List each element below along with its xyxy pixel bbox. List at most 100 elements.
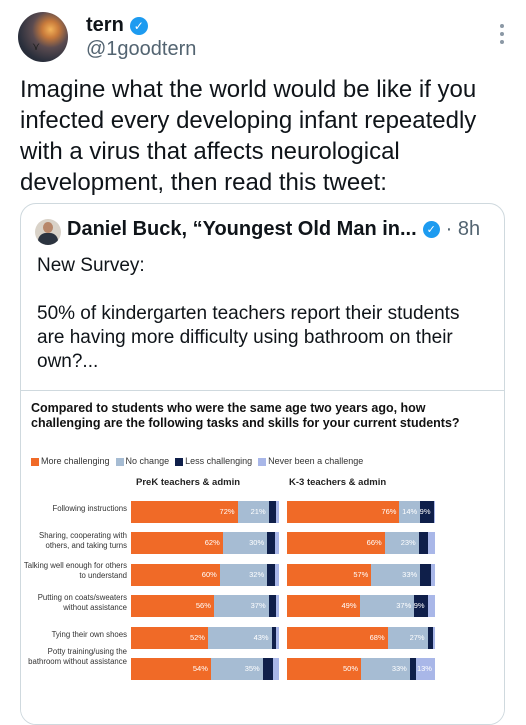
bar-segment-more: 72% (131, 501, 238, 523)
bar-segment-never (433, 627, 435, 649)
bar-segment-less (262, 658, 274, 680)
data-label: 56% (195, 601, 211, 610)
stacked-bar: 66% 23% (287, 532, 435, 554)
data-label: 21% (250, 507, 266, 516)
data-label: 23% (400, 538, 416, 547)
bar-segment-more: 68% (287, 627, 388, 649)
bar-segment-never (274, 532, 279, 554)
bar-segment-never (273, 658, 279, 680)
data-label: 13% (416, 664, 432, 673)
quoted-tweet[interactable]: Daniel Buck, “Youngest Old Man in... ✓ ·… (20, 203, 505, 725)
stacked-bar: 52% 43% (131, 627, 279, 649)
more-options-icon[interactable] (500, 24, 504, 44)
bar-segment-nochange: 32% (219, 564, 268, 586)
bar-segment-never (274, 564, 279, 586)
bar-segment-more: 57% (287, 564, 372, 586)
quoted-author-name[interactable]: Daniel Buck, “Youngest Old Man in... (67, 218, 417, 241)
tweet-text: Imagine what the world would be like if … (20, 76, 477, 196)
quoted-line: 50% of kindergarten teachers report thei… (37, 303, 460, 372)
stacked-bar: 60% 32% (131, 564, 279, 586)
bar-segment-more: 56% (131, 595, 214, 617)
category-label: Tying their own shoes (51, 630, 127, 639)
author-name-row: tern ✓ (86, 14, 148, 37)
data-label: 30% (249, 538, 265, 547)
bar-segment-less: 9% (419, 501, 434, 523)
bird-silhouette-icon: ⋎ (32, 41, 41, 53)
quoted-text: New Survey: 50% of kindergarten teachers… (37, 254, 487, 398)
verified-badge-icon: ✓ (129, 16, 148, 35)
bar-segment-more: 50% (287, 658, 361, 680)
category-label: Following instructions (52, 504, 127, 513)
legend-swatch (115, 457, 124, 466)
legend-item: Never been a challenge (258, 456, 363, 466)
bar-segment-less (267, 564, 275, 586)
data-label: 60% (201, 570, 217, 579)
data-label: 54% (192, 664, 208, 673)
bar-segment-less: 9% (413, 595, 428, 617)
author-name[interactable]: tern (86, 14, 124, 37)
quoted-header: Daniel Buck, “Youngest Old Man in... ✓ ·… (67, 218, 480, 241)
bar-segment-less (268, 501, 277, 523)
bar-segment-more: 62% (131, 532, 223, 554)
data-label: 52% (189, 633, 205, 642)
legend-label: No change (125, 456, 170, 466)
stacked-bar: 72% 21% (131, 501, 279, 523)
bar-segment-more: 60% (131, 564, 220, 586)
bar-segment-never (276, 627, 279, 649)
data-label: 9% (419, 507, 431, 516)
legend-item: No change (115, 456, 170, 466)
bar-segment-nochange: 21% (237, 501, 269, 523)
legend-label: Never been a challenge (268, 456, 364, 466)
author-handle[interactable]: @1goodtern (86, 38, 196, 61)
bar-segment-less (418, 532, 428, 554)
data-label: 66% (366, 538, 382, 547)
bar-segment-never (276, 595, 279, 617)
verified-badge-icon: ✓ (422, 221, 440, 238)
data-label: 76% (381, 507, 397, 516)
data-label: 35% (244, 664, 260, 673)
bar-segment-more: 66% (287, 532, 385, 554)
bar-segment-less (420, 564, 431, 586)
data-label: 43% (253, 633, 269, 642)
legend-swatch (175, 457, 184, 466)
quoted-author-avatar[interactable] (35, 219, 61, 245)
bar-segment-more: 52% (131, 627, 208, 649)
bar-segment-nochange: 33% (371, 564, 421, 586)
legend-label: Less challenging (185, 456, 253, 466)
data-label: 37% (396, 601, 412, 610)
data-label: 72% (219, 507, 235, 516)
data-label: 37% (250, 601, 266, 610)
survey-chart-image[interactable]: Compared to students who were the same a… (21, 390, 504, 724)
group-title-prek: PreK teachers & admin (136, 477, 241, 488)
bar-segment-nochange: 35% (210, 658, 263, 680)
data-label: 33% (391, 664, 407, 673)
bar-segment-nochange: 37% (213, 595, 269, 617)
bar-segment-never (433, 501, 435, 523)
data-label: 27% (409, 633, 425, 642)
stacked-bar: 62% 30% (131, 532, 279, 554)
bar-segment-nochange: 23% (384, 532, 419, 554)
stacked-bar: 57% 33% (287, 564, 435, 586)
quoted-timestamp[interactable]: · 8h (446, 218, 480, 241)
bar-segment-nochange: 30% (222, 532, 268, 554)
bar-segment-never (427, 532, 435, 554)
bar-segment-less (267, 532, 275, 554)
category-label: Talking well enough for others to unders… (23, 561, 127, 580)
data-label: 62% (204, 538, 220, 547)
legend-swatch (31, 457, 39, 466)
chart-legend: More challenging No change Less challeng… (31, 456, 363, 466)
author-avatar[interactable]: ⋎ (18, 12, 68, 62)
data-label: 49% (341, 601, 357, 610)
bar-segment-more: 76% (287, 501, 400, 523)
legend-item: Less challenging (175, 456, 252, 466)
bar-segment-nochange: 14% (399, 501, 421, 523)
bar-segment-never (430, 564, 435, 586)
category-label: Potty training/using the bathroom withou… (28, 647, 127, 666)
legend-label: More challenging (41, 456, 110, 466)
bar-segment-more: 54% (131, 658, 211, 680)
data-label: 9% (413, 601, 425, 610)
bar-segment-less (268, 595, 277, 617)
stacked-bar: 50% 33% 13% (287, 658, 435, 680)
quoted-line: New Survey: (37, 255, 145, 276)
stacked-bar: 76% 14% 9% (287, 501, 435, 523)
